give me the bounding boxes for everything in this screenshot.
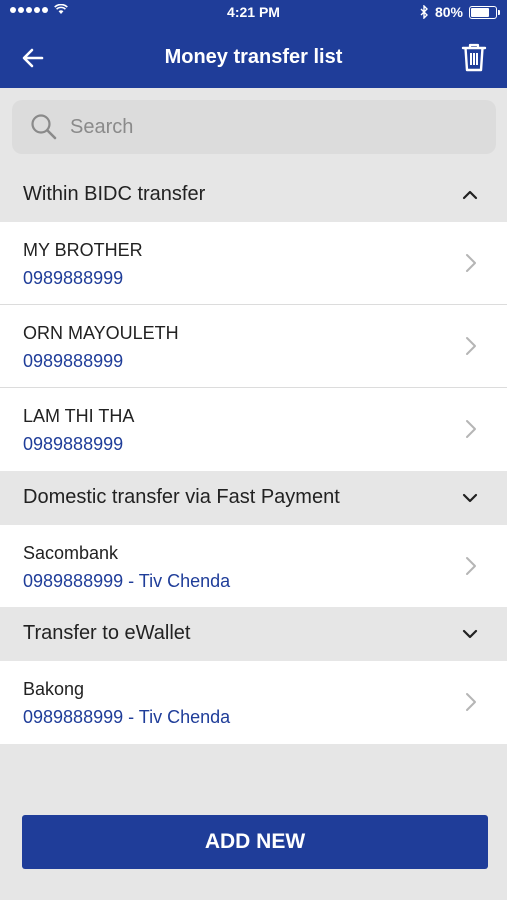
recipient-name: MY BROTHER (23, 240, 143, 260)
bluetooth-icon (420, 5, 428, 19)
section-header-fast-payment[interactable]: Domestic transfer via Fast Payment (0, 471, 507, 525)
chevron-right-icon (465, 253, 477, 273)
chevron-down-icon[interactable] (461, 489, 479, 507)
chevron-right-icon (465, 419, 477, 439)
list-item[interactable]: LAM THI THA 0989888999 (0, 388, 507, 471)
list-item[interactable]: Bakong 0989888999 - Tiv Chenda (0, 661, 507, 744)
chevron-right-icon (465, 556, 477, 576)
list-item[interactable]: MY BROTHER 0989888999 (0, 222, 507, 305)
search-input[interactable] (70, 108, 470, 146)
nav-bar: Money transfer list (0, 26, 507, 88)
section-title: Transfer to eWallet (23, 622, 191, 644)
chevron-right-icon (465, 692, 477, 712)
section-title: Within BIDC transfer (23, 183, 206, 205)
recipient-account: 0989888999 - Tiv Chenda (23, 707, 231, 727)
battery-icon (469, 5, 500, 19)
list-item[interactable]: Sacombank 0989888999 - Tiv Chenda (0, 525, 507, 608)
section-title: Domestic transfer via Fast Payment (23, 486, 340, 508)
section-header-within-bidc[interactable]: Within BIDC transfer (0, 168, 507, 222)
add-new-button[interactable]: ADD NEW (22, 815, 488, 869)
recipient-account: 0989888999 - Tiv Chenda (23, 571, 231, 591)
status-right: 80% (420, 4, 500, 20)
battery-fill (471, 7, 490, 17)
top-bar: 4:21 PM 80% Money transfer list (0, 0, 507, 88)
chevron-down-icon[interactable] (461, 625, 479, 643)
recipient-account: 0989888999 (23, 351, 124, 371)
search-bar[interactable] (12, 100, 496, 154)
bank-name: Sacombank (23, 543, 119, 563)
recipient-name: ORN MAYOULETH (23, 323, 179, 343)
list-item[interactable]: ORN MAYOULETH 0989888999 (0, 305, 507, 388)
chevron-up-icon[interactable] (461, 186, 479, 204)
chevron-right-icon (465, 336, 477, 356)
battery-percent: 80% (434, 4, 463, 20)
page-title: Money transfer list (164, 46, 343, 68)
search-icon (30, 113, 58, 141)
trash-icon[interactable] (459, 41, 489, 73)
recipient-account: 0989888999 (23, 268, 124, 288)
wallet-name: Bakong (23, 679, 85, 699)
recipient-name: LAM THI THA (23, 406, 135, 426)
recipient-account: 0989888999 (23, 434, 124, 454)
section-header-ewallet[interactable]: Transfer to eWallet (0, 607, 507, 661)
status-bar: 4:21 PM 80% (0, 0, 507, 26)
